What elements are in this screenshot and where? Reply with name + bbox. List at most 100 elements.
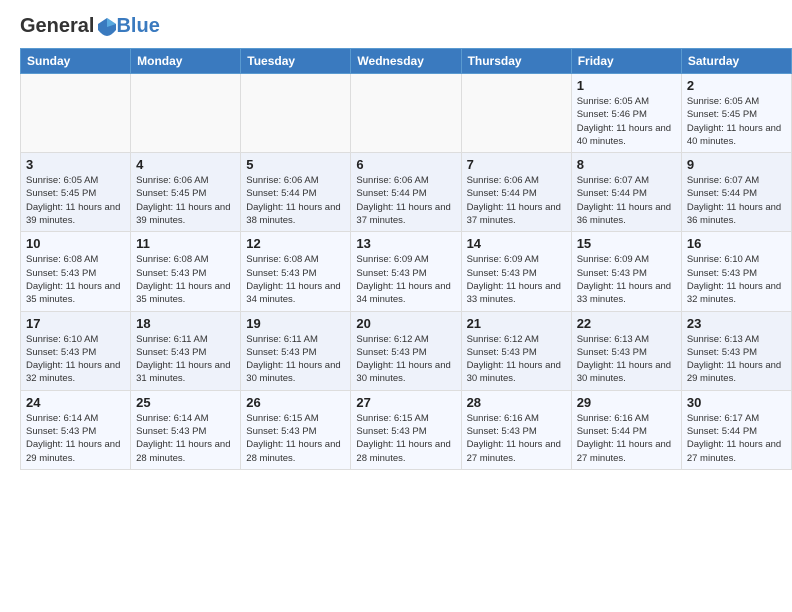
calendar-day-5: 5 Sunrise: 6:06 AMSunset: 5:44 PMDaylight…: [241, 153, 351, 232]
calendar-day-26: 26Sunrise: 6:15 AMSunset: 5:43 PMDayligh…: [241, 390, 351, 469]
day-number: 14: [467, 236, 566, 251]
day-number: 28: [467, 395, 566, 410]
calendar-day-3: 3Sunrise: 6:05 AMSunset: 5:45 PMDaylight…: [21, 153, 131, 232]
weekday-header-friday: Friday: [571, 49, 681, 74]
day-info: Sunrise: 6:06 AMSunset: 5:44 PMDaylight:…: [467, 174, 566, 227]
calendar-week-row: 24Sunrise: 6:14 AMSunset: 5:43 PMDayligh…: [21, 390, 792, 469]
calendar-week-row: 1 Sunrise: 6:05 AMSunset: 5:46 PMDaylight…: [21, 74, 792, 153]
calendar-header-row: SundayMondayTuesdayWednesdayThursdayFrid…: [21, 49, 792, 74]
day-number: 12: [246, 236, 345, 251]
day-number: 9: [687, 157, 786, 172]
day-number: 30: [687, 395, 786, 410]
calendar-day-17: 17 Sunrise: 6:10 AMSunset: 5:43 PMDayligh…: [21, 311, 131, 390]
day-info: Sunrise: 6:16 AMSunset: 5:43 PMDaylight:…: [467, 412, 566, 465]
calendar-day-18: 18 Sunrise: 6:11 AMSunset: 5:43 PMDayligh…: [131, 311, 241, 390]
logo-text: General: [20, 15, 118, 37]
day-info: Sunrise: 6:17 AMSunset: 5:44 PMDaylight:…: [687, 412, 786, 465]
logo: General Blue: [20, 15, 160, 38]
weekday-header-thursday: Thursday: [461, 49, 571, 74]
day-info: Sunrise: 6:05 AMSunset: 5:45 PMDaylight:…: [687, 95, 786, 148]
calendar-day-16: 16 Sunrise: 6:10 AMSunset: 5:43 PMDayligh…: [681, 232, 791, 311]
calendar-day-15: 15Sunrise: 6:09 AMSunset: 5:43 PMDayligh…: [571, 232, 681, 311]
calendar-day-11: 11 Sunrise: 6:08 AMSunset: 5:43 PMDayligh…: [131, 232, 241, 311]
day-number: 4: [136, 157, 235, 172]
calendar-day-27: 27 Sunrise: 6:15 AMSunset: 5:43 PMDayligh…: [351, 390, 461, 469]
day-info: Sunrise: 6:11 AMSunset: 5:43 PMDaylight:…: [136, 333, 235, 386]
calendar-day-21: 21 Sunrise: 6:12 AMSunset: 5:43 PMDayligh…: [461, 311, 571, 390]
empty-day: [131, 74, 241, 153]
day-number: 2: [687, 78, 786, 93]
day-info: Sunrise: 6:15 AMSunset: 5:43 PMDaylight:…: [356, 412, 455, 465]
calendar-day-23: 23 Sunrise: 6:13 AMSunset: 5:43 PMDayligh…: [681, 311, 791, 390]
calendar-day-7: 7 Sunrise: 6:06 AMSunset: 5:44 PMDaylight…: [461, 153, 571, 232]
day-info: Sunrise: 6:06 AMSunset: 5:45 PMDaylight:…: [136, 174, 235, 227]
day-info: Sunrise: 6:06 AMSunset: 5:44 PMDaylight:…: [356, 174, 455, 227]
page-header: General Blue: [0, 0, 792, 48]
calendar-day-30: 30 Sunrise: 6:17 AMSunset: 5:44 PMDayligh…: [681, 390, 791, 469]
calendar-day-12: 12 Sunrise: 6:08 AMSunset: 5:43 PMDayligh…: [241, 232, 351, 311]
calendar-day-13: 13 Sunrise: 6:09 AMSunset: 5:43 PMDayligh…: [351, 232, 461, 311]
day-number: 21: [467, 316, 566, 331]
calendar-day-4: 4 Sunrise: 6:06 AMSunset: 5:45 PMDaylight…: [131, 153, 241, 232]
calendar-day-9: 9 Sunrise: 6:07 AMSunset: 5:44 PMDaylight…: [681, 153, 791, 232]
day-number: 25: [136, 395, 235, 410]
day-number: 6: [356, 157, 455, 172]
calendar-day-8: 8Sunrise: 6:07 AMSunset: 5:44 PMDaylight…: [571, 153, 681, 232]
day-number: 23: [687, 316, 786, 331]
day-number: 5: [246, 157, 345, 172]
day-info: Sunrise: 6:11 AMSunset: 5:43 PMDaylight:…: [246, 333, 345, 386]
empty-day: [351, 74, 461, 153]
calendar-day-1: 1 Sunrise: 6:05 AMSunset: 5:46 PMDaylight…: [571, 74, 681, 153]
day-info: Sunrise: 6:08 AMSunset: 5:43 PMDaylight:…: [246, 253, 345, 306]
day-info: Sunrise: 6:09 AMSunset: 5:43 PMDaylight:…: [577, 253, 676, 306]
day-info: Sunrise: 6:06 AMSunset: 5:44 PMDaylight:…: [246, 174, 345, 227]
day-info: Sunrise: 6:10 AMSunset: 5:43 PMDaylight:…: [26, 333, 125, 386]
calendar-week-row: 10Sunrise: 6:08 AMSunset: 5:43 PMDayligh…: [21, 232, 792, 311]
day-info: Sunrise: 6:13 AMSunset: 5:43 PMDaylight:…: [687, 333, 786, 386]
calendar-day-24: 24Sunrise: 6:14 AMSunset: 5:43 PMDayligh…: [21, 390, 131, 469]
day-number: 11: [136, 236, 235, 251]
weekday-header-monday: Monday: [131, 49, 241, 74]
weekday-header-tuesday: Tuesday: [241, 49, 351, 74]
weekday-header-wednesday: Wednesday: [351, 49, 461, 74]
day-number: 20: [356, 316, 455, 331]
day-number: 27: [356, 395, 455, 410]
calendar-day-14: 14 Sunrise: 6:09 AMSunset: 5:43 PMDayligh…: [461, 232, 571, 311]
day-number: 22: [577, 316, 676, 331]
day-info: Sunrise: 6:14 AMSunset: 5:43 PMDaylight:…: [136, 412, 235, 465]
calendar-day-6: 6 Sunrise: 6:06 AMSunset: 5:44 PMDaylight…: [351, 153, 461, 232]
weekday-header-saturday: Saturday: [681, 49, 791, 74]
day-number: 17: [26, 316, 125, 331]
logo-blue: Blue: [116, 15, 159, 38]
empty-day: [241, 74, 351, 153]
day-number: 13: [356, 236, 455, 251]
day-info: Sunrise: 6:09 AMSunset: 5:43 PMDaylight:…: [356, 253, 455, 306]
calendar-table: SundayMondayTuesdayWednesdayThursdayFrid…: [20, 48, 792, 470]
day-number: 18: [136, 316, 235, 331]
day-number: 7: [467, 157, 566, 172]
empty-day: [461, 74, 571, 153]
calendar-day-10: 10Sunrise: 6:08 AMSunset: 5:43 PMDayligh…: [21, 232, 131, 311]
calendar-week-row: 3Sunrise: 6:05 AMSunset: 5:45 PMDaylight…: [21, 153, 792, 232]
day-info: Sunrise: 6:08 AMSunset: 5:43 PMDaylight:…: [136, 253, 235, 306]
calendar-day-25: 25 Sunrise: 6:14 AMSunset: 5:43 PMDayligh…: [131, 390, 241, 469]
day-number: 3: [26, 157, 125, 172]
day-info: Sunrise: 6:16 AMSunset: 5:44 PMDaylight:…: [577, 412, 676, 465]
calendar-day-29: 29 Sunrise: 6:16 AMSunset: 5:44 PMDayligh…: [571, 390, 681, 469]
day-info: Sunrise: 6:10 AMSunset: 5:43 PMDaylight:…: [687, 253, 786, 306]
calendar-day-28: 28 Sunrise: 6:16 AMSunset: 5:43 PMDayligh…: [461, 390, 571, 469]
day-info: Sunrise: 6:13 AMSunset: 5:43 PMDaylight:…: [577, 333, 676, 386]
weekday-header-sunday: Sunday: [21, 49, 131, 74]
day-info: Sunrise: 6:12 AMSunset: 5:43 PMDaylight:…: [467, 333, 566, 386]
calendar-day-2: 2 Sunrise: 6:05 AMSunset: 5:45 PMDaylight…: [681, 74, 791, 153]
day-info: Sunrise: 6:14 AMSunset: 5:43 PMDaylight:…: [26, 412, 125, 465]
day-info: Sunrise: 6:07 AMSunset: 5:44 PMDaylight:…: [577, 174, 676, 227]
day-number: 16: [687, 236, 786, 251]
calendar-wrapper: SundayMondayTuesdayWednesdayThursdayFrid…: [0, 48, 792, 475]
day-number: 29: [577, 395, 676, 410]
day-number: 1: [577, 78, 676, 93]
day-info: Sunrise: 6:05 AMSunset: 5:46 PMDaylight:…: [577, 95, 676, 148]
empty-day: [21, 74, 131, 153]
day-info: Sunrise: 6:07 AMSunset: 5:44 PMDaylight:…: [687, 174, 786, 227]
day-info: Sunrise: 6:09 AMSunset: 5:43 PMDaylight:…: [467, 253, 566, 306]
